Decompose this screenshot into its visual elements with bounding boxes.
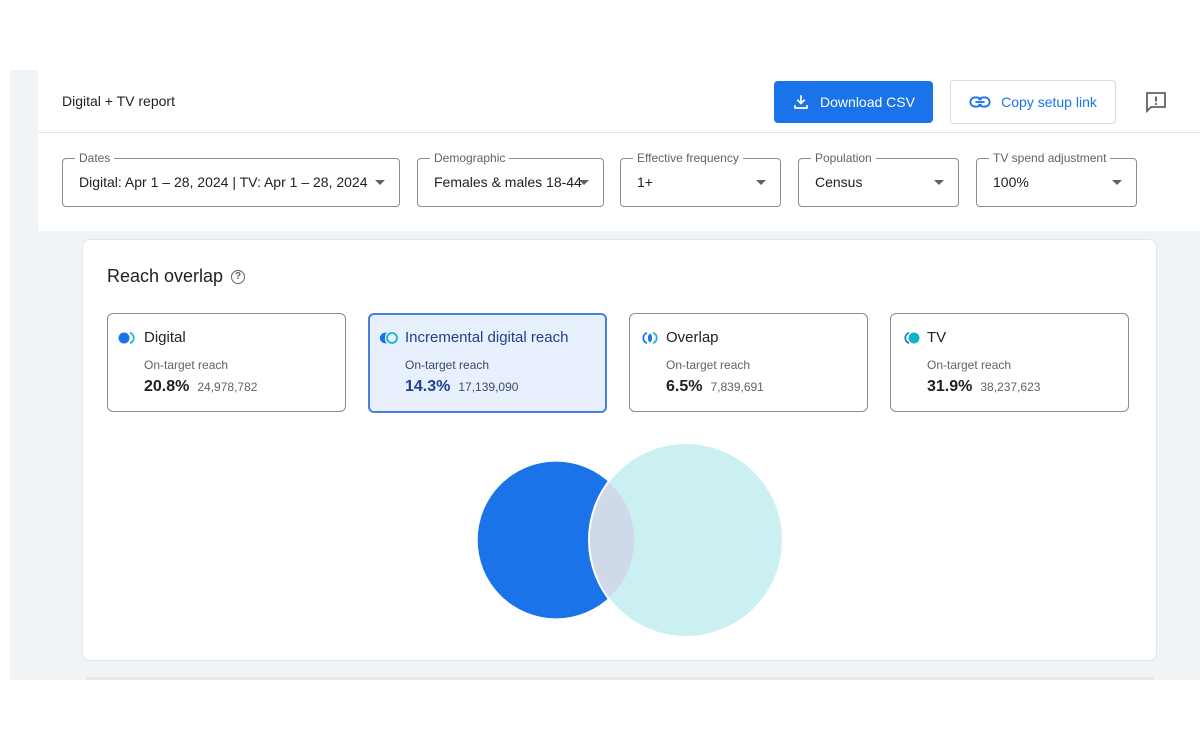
download-csv-label: Download CSV bbox=[820, 94, 915, 110]
metric-percent: 31.9% bbox=[927, 378, 973, 395]
effective-frequency-value: 1+ bbox=[637, 174, 653, 190]
header-toolbar: Digital + TV report Download CSV Copy se… bbox=[38, 70, 1200, 133]
metric-card-incremental-digital-reach[interactable]: Incremental digital reach On-target reac… bbox=[368, 313, 607, 413]
effective-frequency-select[interactable]: Effective frequency 1+ bbox=[620, 151, 781, 207]
reach-overlap-title-text: Reach overlap bbox=[107, 266, 224, 286]
filter-bar: Dates Digital: Apr 1 – 28, 2024 | TV: Ap… bbox=[38, 133, 1200, 231]
metric-name: Overlap bbox=[666, 329, 719, 346]
metric-subtitle: On-target reach bbox=[405, 358, 490, 372]
tv-spend-adjustment-value: 100% bbox=[993, 174, 1029, 190]
copy-setup-link-button[interactable]: Copy setup link bbox=[950, 80, 1116, 124]
copy-setup-link-label: Copy setup link bbox=[1001, 94, 1097, 110]
demographic-label: Demographic bbox=[430, 151, 510, 165]
dates-select[interactable]: Dates Digital: Apr 1 – 28, 2024 | TV: Ap… bbox=[62, 151, 400, 207]
reach-overlap-title: Reach overlap ? bbox=[107, 266, 246, 287]
chevron-down-icon bbox=[1112, 180, 1122, 185]
metric-count: 24,978,782 bbox=[197, 380, 258, 394]
population-label: Population bbox=[811, 151, 876, 165]
metric-percent: 14.3% bbox=[405, 378, 451, 395]
chevron-down-icon bbox=[579, 180, 589, 185]
metric-card-tv[interactable]: TV On-target reach 31.9% 38,237,623 bbox=[890, 313, 1129, 412]
metric-name: Digital bbox=[144, 329, 186, 346]
link-icon bbox=[969, 96, 991, 108]
dates-value: Digital: Apr 1 – 28, 2024 | TV: Apr 1 – … bbox=[79, 174, 368, 190]
tv-spend-adjustment-label: TV spend adjustment bbox=[989, 151, 1111, 165]
metric-subtitle: On-target reach bbox=[144, 358, 229, 372]
metric-percent: 20.8% bbox=[144, 378, 190, 395]
dates-label: Dates bbox=[75, 151, 115, 165]
metric-card-digital[interactable]: Digital On-target reach 20.8% 24,978,782 bbox=[107, 313, 346, 412]
chevron-down-icon bbox=[934, 180, 944, 185]
metric-percent: 6.5% bbox=[666, 378, 703, 395]
metric-name: Incremental digital reach bbox=[405, 329, 569, 346]
venn-diagram bbox=[477, 442, 783, 638]
metric-name: TV bbox=[927, 329, 947, 346]
metric-subtitle: On-target reach bbox=[666, 358, 751, 372]
chevron-down-icon bbox=[756, 180, 766, 185]
report-header: Digital + TV report Download CSV Copy se… bbox=[38, 70, 1200, 231]
report-title: Digital + TV report bbox=[62, 93, 175, 109]
metric-count: 7,839,691 bbox=[710, 380, 764, 394]
tv-icon bbox=[904, 331, 920, 344]
reach-overlap-card: Reach overlap ? Digital On-target reach … bbox=[82, 239, 1157, 661]
feedback-icon[interactable] bbox=[1144, 90, 1168, 114]
incremental-icon bbox=[379, 331, 398, 344]
population-select[interactable]: Population Census bbox=[798, 151, 959, 207]
metric-subtitle: On-target reach bbox=[927, 358, 1012, 372]
help-icon[interactable]: ? bbox=[231, 269, 246, 284]
demographic-select[interactable]: Demographic Females & males 18-44 bbox=[417, 151, 604, 207]
population-value: Census bbox=[815, 174, 863, 190]
chevron-down-icon bbox=[375, 180, 385, 185]
metric-count: 38,237,623 bbox=[980, 380, 1041, 394]
digital-icon bbox=[118, 331, 135, 344]
overlap-icon bbox=[642, 331, 658, 344]
demographic-value: Females & males 18-44 bbox=[434, 174, 582, 190]
effective-frequency-label: Effective frequency bbox=[633, 151, 743, 165]
download-icon bbox=[794, 95, 808, 109]
next-card-edge bbox=[86, 677, 1154, 680]
tv-spend-adjustment-select[interactable]: TV spend adjustment 100% bbox=[976, 151, 1137, 207]
metric-count: 17,139,090 bbox=[458, 380, 519, 394]
metric-card-overlap[interactable]: Overlap On-target reach 6.5% 7,839,691 bbox=[629, 313, 868, 412]
download-csv-button[interactable]: Download CSV bbox=[774, 81, 933, 123]
